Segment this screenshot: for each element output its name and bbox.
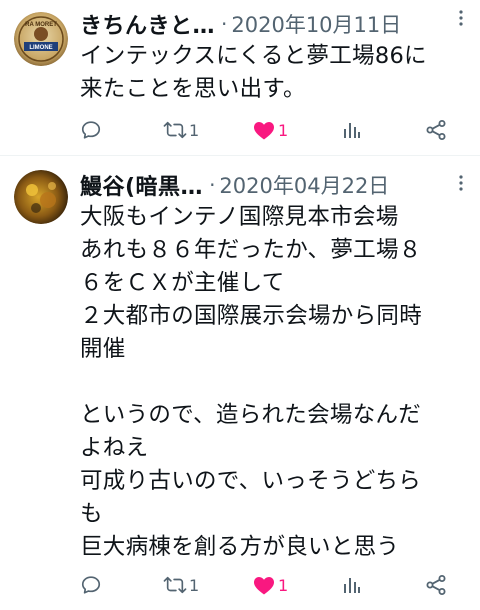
analytics-button[interactable]: [342, 115, 362, 145]
tweet-text: 大阪もインテノ国際見本市会場 あれも８６年だったか、夢工場８ ６をＣＸが主催して…: [80, 204, 423, 560]
bar-chart-icon: [344, 578, 360, 593]
heart-icon: [254, 577, 274, 595]
like-count: 1: [278, 120, 289, 140]
tweet-header: 鰻谷(暗黒… · 2020年04月22日: [80, 170, 468, 200]
tweet-date[interactable]: 2020年10月11日: [231, 9, 401, 39]
avatar-logo-text-bottom: LIMONE: [29, 45, 52, 51]
speech-bubble-icon: [81, 121, 101, 139]
tweet-header: きちんきと… · 2020年10月11日: [80, 9, 468, 39]
retweet-count: 1: [189, 575, 200, 595]
action-bar: 1 1: [80, 570, 460, 600]
like-count: 1: [278, 575, 289, 595]
tweet-card[interactable]: RA MORET LIMONE きちんきと… · 2020年10月11日 インテ…: [0, 0, 480, 156]
analytics-button[interactable]: [342, 570, 362, 600]
vertical-dots-icon[interactable]: [458, 9, 464, 27]
avatar[interactable]: RA MORET LIMONE: [14, 12, 68, 66]
heart-icon: [254, 122, 274, 140]
share-nodes-icon: [426, 575, 446, 595]
vertical-dots-icon[interactable]: [458, 174, 464, 192]
avatar[interactable]: [14, 170, 68, 224]
header-separator: ·: [209, 173, 216, 197]
retweet-button[interactable]: 1: [163, 570, 199, 600]
retweet-arrows-icon: [163, 576, 187, 594]
reply-button[interactable]: [80, 115, 102, 145]
speech-bubble-icon: [81, 576, 101, 594]
retweet-arrows-icon: [163, 121, 187, 139]
reply-button[interactable]: [80, 570, 102, 600]
tweet-card[interactable]: 鰻谷(暗黒… · 2020年04月22日 大阪もインテノ国際見本市会場 あれも８…: [0, 156, 480, 610]
like-button[interactable]: 1: [252, 115, 288, 145]
share-nodes-icon: [426, 120, 446, 140]
author-name[interactable]: 鰻谷(暗黒…: [80, 170, 203, 200]
action-bar: 1 1: [80, 115, 460, 145]
header-separator: ·: [221, 12, 228, 36]
tweet-text: インテックスにくると夢工場86に 来たことを思い出す。: [80, 43, 427, 102]
avatar-logo-text-top: RA MORET: [25, 22, 57, 28]
like-button[interactable]: 1: [252, 570, 288, 600]
bar-chart-icon: [344, 123, 360, 138]
share-button[interactable]: [425, 115, 447, 145]
author-name[interactable]: きちんきと…: [80, 9, 215, 39]
retweet-button[interactable]: 1: [163, 115, 199, 145]
tweet-date[interactable]: 2020年04月22日: [219, 170, 389, 200]
retweet-count: 1: [189, 120, 200, 140]
share-button[interactable]: [425, 570, 447, 600]
